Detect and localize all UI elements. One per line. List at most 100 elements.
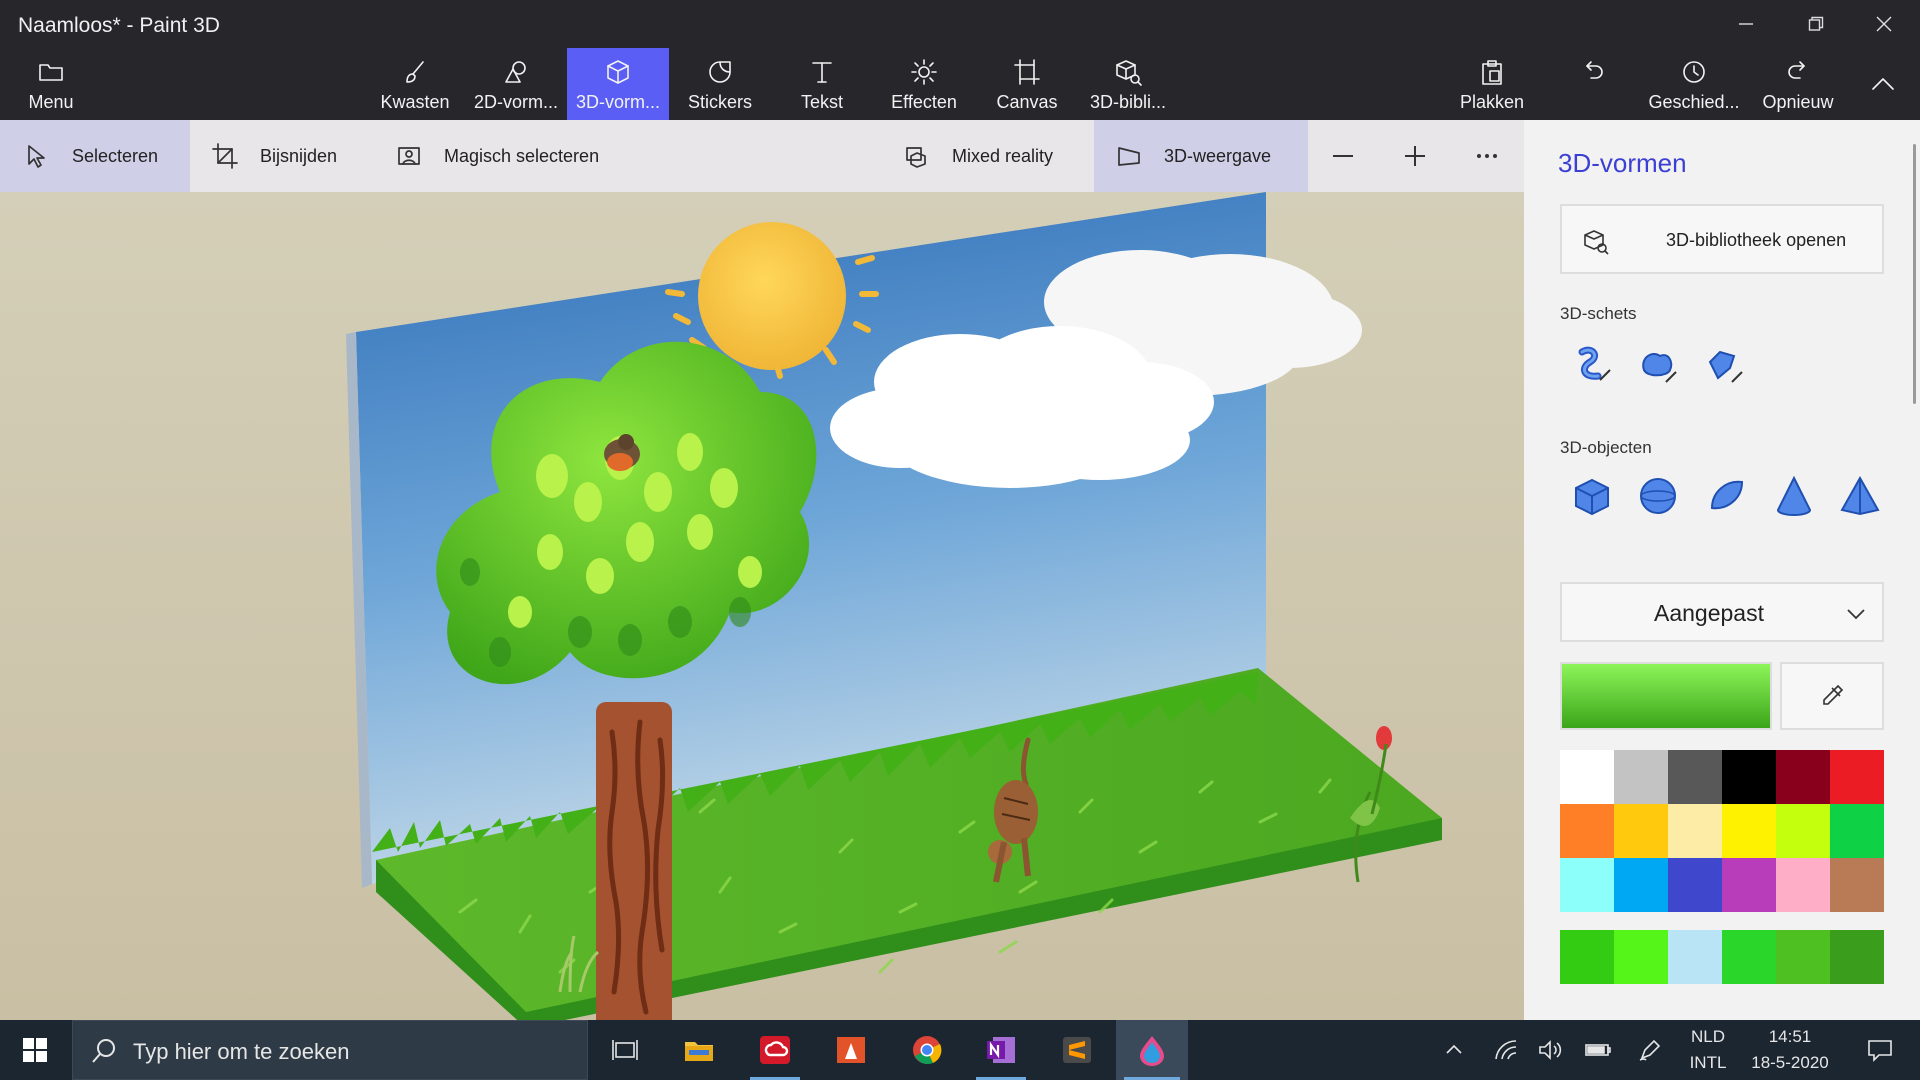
hemisphere-button[interactable]	[1700, 470, 1752, 522]
presentation-icon	[837, 1037, 865, 1063]
palette-color-swatch[interactable]	[1614, 858, 1668, 912]
palette-color-swatch[interactable]	[1722, 750, 1776, 804]
mixed-reality-button[interactable]: Mixed reality	[904, 120, 1094, 192]
paste-button[interactable]: Plakken	[1450, 48, 1534, 120]
show-hidden-icons-button[interactable]	[1434, 1020, 1474, 1080]
network-button[interactable]	[1488, 1020, 1524, 1080]
eyedropper-button[interactable]	[1780, 662, 1884, 730]
redo-button[interactable]: Opnieuw	[1752, 48, 1844, 120]
creative-cloud-icon	[760, 1036, 790, 1064]
tab-effects[interactable]: Effecten	[878, 48, 970, 120]
close-button[interactable]	[1854, 6, 1914, 42]
tab-stickers[interactable]: Stickers	[678, 48, 762, 120]
palette-color-swatch[interactable]	[1776, 858, 1830, 912]
battery-button[interactable]	[1578, 1020, 1618, 1080]
collapse-ribbon-button[interactable]	[1856, 48, 1910, 120]
restore-button[interactable]	[1786, 6, 1846, 42]
notifications-button[interactable]	[1852, 1020, 1908, 1080]
undo-button[interactable]	[1558, 48, 1628, 120]
palette-color-swatch[interactable]	[1830, 750, 1884, 804]
palette-color-swatch[interactable]	[1668, 750, 1722, 804]
chevron-down-icon	[1847, 609, 1865, 620]
minimize-button[interactable]	[1716, 6, 1776, 42]
open-3d-library-button[interactable]: 3D-bibliotheek openen	[1560, 204, 1884, 274]
select-button[interactable]: Selecteren	[0, 120, 190, 192]
3d-shapes-icon	[607, 60, 629, 84]
tab-3d-library[interactable]: 3D-bibli...	[1082, 48, 1174, 120]
clipboard-icon	[1482, 60, 1502, 85]
start-button[interactable]	[0, 1020, 70, 1080]
magic-select-button[interactable]: Magisch selecteren	[396, 120, 626, 192]
palette-color-swatch[interactable]	[1614, 804, 1668, 858]
sphere-button[interactable]	[1632, 470, 1684, 522]
3d-library-icon	[1584, 230, 1609, 255]
custom-color-swatch[interactable]	[1668, 930, 1722, 984]
paint-3d-app[interactable]	[1116, 1020, 1188, 1080]
drawing-canvas[interactable]	[0, 192, 1524, 1020]
cursor-icon	[28, 145, 45, 168]
palette-color-swatch[interactable]	[1560, 858, 1614, 912]
palette-color-swatch[interactable]	[1722, 804, 1776, 858]
custom-color-swatch[interactable]	[1776, 930, 1830, 984]
pen-icon	[1639, 1039, 1661, 1061]
zoom-out-button[interactable]	[1308, 120, 1378, 192]
sublime-text-app[interactable]	[1044, 1020, 1110, 1080]
task-view-button[interactable]	[592, 1020, 658, 1080]
clock[interactable]: 14:51 18-5-2020	[1740, 1024, 1840, 1076]
custom-color-swatch[interactable]	[1722, 930, 1776, 984]
palette-color-swatch[interactable]	[1722, 858, 1776, 912]
search-icon	[92, 1039, 115, 1063]
speaker-icon	[1539, 1040, 1562, 1060]
file-explorer-app[interactable]	[666, 1020, 732, 1080]
menu-button[interactable]: Menu	[14, 48, 88, 120]
3d-view-button[interactable]: 3D-weergave	[1094, 120, 1308, 192]
palette-color-swatch[interactable]	[1560, 804, 1614, 858]
finish-dropdown[interactable]: Aangepast	[1560, 582, 1884, 642]
presentation-app[interactable]	[818, 1020, 884, 1080]
palette-color-swatch[interactable]	[1614, 750, 1668, 804]
restore-icon	[1808, 16, 1824, 31]
custom-color-swatch[interactable]	[1830, 930, 1884, 984]
task-view-icon	[612, 1040, 638, 1060]
palette-color-swatch[interactable]	[1668, 858, 1722, 912]
custom-color-swatch[interactable]	[1614, 930, 1668, 984]
history-button[interactable]: Geschied...	[1642, 48, 1746, 120]
sketch-freeform-button[interactable]	[1566, 338, 1618, 390]
input-language[interactable]: NLD INTL	[1684, 1024, 1732, 1076]
palette-color-swatch[interactable]	[1560, 750, 1614, 804]
current-color-swatch[interactable]	[1560, 662, 1772, 730]
sketch-soft-edge-button[interactable]	[1632, 338, 1684, 390]
zoom-in-button[interactable]	[1380, 120, 1450, 192]
cone-button[interactable]	[1768, 470, 1820, 522]
tab-2d-shapes[interactable]: 2D-vorm...	[466, 48, 566, 120]
capsule-icon	[1710, 480, 1744, 510]
taskbar-search-box[interactable]: Typ hier om te zoeken	[72, 1020, 588, 1080]
palette-color-swatch[interactable]	[1668, 804, 1722, 858]
palette-color-swatch[interactable]	[1830, 804, 1884, 858]
title-bar: Naamloos* - Paint 3D	[0, 0, 1920, 50]
tab-3d-shapes[interactable]: 3D-vorm...	[567, 48, 669, 120]
sketch-sharp-edge-button[interactable]	[1698, 338, 1750, 390]
volume-button[interactable]	[1532, 1020, 1568, 1080]
palette-color-swatch[interactable]	[1776, 804, 1830, 858]
magic-select-icon	[398, 147, 420, 165]
pen-workspace-button[interactable]	[1630, 1020, 1670, 1080]
3d-scene[interactable]	[0, 192, 1524, 1020]
tab-canvas[interactable]: Canvas	[984, 48, 1070, 120]
creative-cloud-app[interactable]	[742, 1020, 808, 1080]
crop-button[interactable]: Bijsnijden	[212, 120, 372, 192]
cube-button[interactable]	[1566, 470, 1618, 522]
chrome-app[interactable]	[894, 1020, 960, 1080]
minimize-icon	[1739, 23, 1753, 25]
windows-logo-icon	[23, 1038, 47, 1062]
palette-color-swatch[interactable]	[1776, 750, 1830, 804]
folder-icon	[685, 1042, 713, 1061]
tab-brushes[interactable]: Kwasten	[372, 48, 458, 120]
panel-scrollbar[interactable]	[1913, 144, 1916, 404]
custom-color-swatch[interactable]	[1560, 930, 1614, 984]
tab-text[interactable]: Tekst	[780, 48, 864, 120]
palette-color-swatch[interactable]	[1830, 858, 1884, 912]
pyramid-button[interactable]	[1834, 470, 1886, 522]
more-options-button[interactable]	[1452, 120, 1522, 192]
onenote-app[interactable]	[968, 1020, 1034, 1080]
